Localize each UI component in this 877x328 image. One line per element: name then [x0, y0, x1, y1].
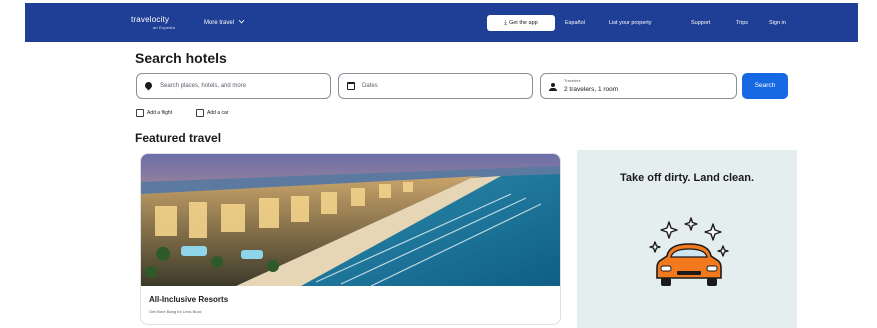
nav-link-espanol[interactable]: Español	[565, 20, 585, 26]
add-car-checkbox[interactable]: Add a car	[196, 109, 228, 118]
travelers-field[interactable]: Travelers 2 travelers, 1 room	[540, 73, 737, 99]
dates-field[interactable]: Dates	[338, 73, 533, 99]
person-icon	[549, 83, 557, 91]
search-button[interactable]: Search	[742, 73, 788, 99]
featured-travel-heading: Featured travel	[135, 131, 222, 145]
dates-placeholder: Dates	[362, 83, 378, 89]
resort-beach-image	[141, 154, 560, 286]
more-travel-label: More travel	[204, 20, 235, 26]
card-subtitle: Get More Bang for Less Buck	[149, 309, 202, 314]
destination-field[interactable]: Search places, hotels, and more	[136, 73, 331, 99]
travelers-label: Travelers	[564, 78, 581, 83]
top-navigation-bar: travelocity an Expedia More travel ⤓ Get …	[25, 3, 858, 42]
nav-link-list-property[interactable]: List your property	[609, 20, 652, 26]
get-app-label: Get the app	[508, 20, 538, 26]
logo-text: travelocity	[131, 15, 170, 24]
add-car-label: Add a car	[207, 110, 229, 116]
nav-link-sign-in[interactable]: Sign in	[769, 20, 786, 26]
car-sparkle-icon	[649, 217, 729, 286]
calendar-icon	[347, 82, 355, 90]
search-hotels-heading: Search hotels	[135, 50, 227, 66]
travelers-value: 2 travelers, 1 room	[564, 86, 619, 93]
more-travel-menu[interactable]: More travel	[204, 17, 245, 26]
add-flight-checkbox[interactable]: Add a flight	[136, 109, 172, 118]
card-title: All-Inclusive Resorts	[149, 295, 229, 304]
destination-placeholder: Search places, hotels, and more	[160, 83, 247, 89]
chevron-down-icon	[238, 17, 245, 24]
logo-tagline: an Expedia	[153, 25, 176, 30]
nav-link-support[interactable]: Support	[691, 20, 710, 26]
advertisement-panel[interactable]: Take off dirty. Land clean.	[577, 150, 797, 328]
travelocity-logo[interactable]: travelocity an Expedia	[131, 15, 175, 30]
featured-card-all-inclusive[interactable]: All-Inclusive Resorts Get More Bang for …	[140, 153, 561, 325]
checkbox-icon	[196, 109, 204, 117]
map-pin-icon	[143, 80, 154, 91]
nav-link-trips[interactable]: Trips	[736, 20, 748, 26]
get-the-app-button[interactable]: ⤓ Get the app	[487, 15, 555, 31]
add-flight-label: Add a flight	[147, 110, 173, 116]
checkbox-icon	[136, 109, 144, 117]
ad-headline: Take off dirty. Land clean.	[619, 172, 755, 184]
download-icon: ⤓	[504, 20, 507, 26]
